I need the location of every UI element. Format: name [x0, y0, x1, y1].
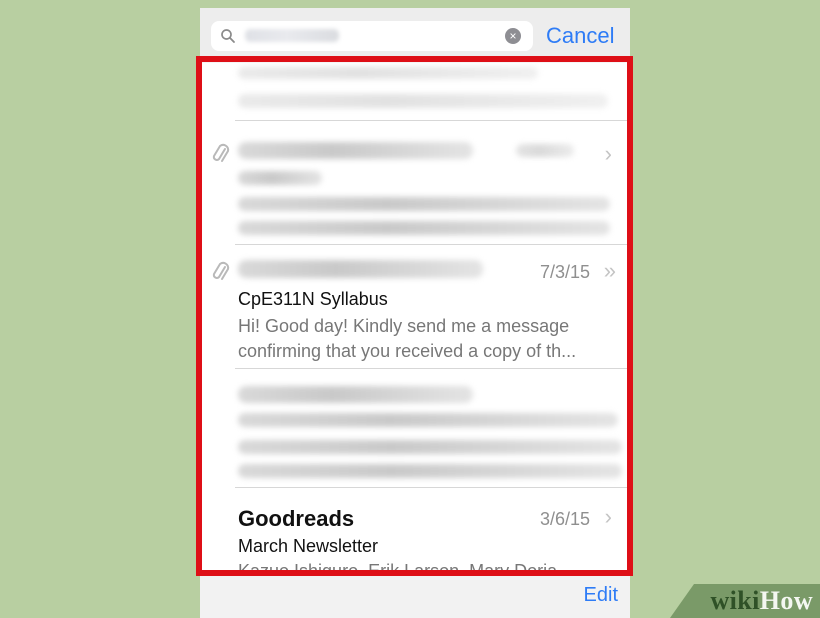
blurred-subject [238, 413, 618, 427]
message-row-hidden-top[interactable] [200, 63, 630, 121]
message-row-hidden-1[interactable]: › [200, 122, 630, 245]
row-divider [235, 244, 630, 245]
blurred-sender [238, 386, 473, 403]
blurred-preview-line [238, 221, 610, 235]
blurred-date [516, 144, 574, 157]
message-list[interactable]: › 7/3/15 » CpE311N Syllabus Hi! Good day… [200, 63, 630, 583]
chevron-right-icon: › [604, 141, 612, 166]
message-row-goodreads[interactable]: Goodreads 3/6/15 › March Newsletter Kazu… [200, 489, 630, 583]
search-bar: × Cancel [200, 8, 630, 60]
double-chevron-right-icon: » [603, 258, 616, 283]
message-row-hidden-2[interactable] [200, 370, 630, 488]
message-date: 7/3/15 [539, 262, 590, 282]
attachment-icon [212, 261, 230, 280]
blurred-sender [238, 142, 473, 159]
row-divider [235, 120, 630, 121]
row-divider [235, 487, 630, 488]
watermark-text: wikiHow [711, 586, 814, 616]
watermark: wikiHow [670, 584, 820, 618]
cancel-button[interactable]: Cancel [546, 24, 614, 48]
message-subject: March Newsletter [238, 536, 379, 556]
bottom-toolbar: Edit [200, 573, 630, 618]
blurred-preview [238, 94, 608, 108]
edit-button[interactable]: Edit [584, 584, 618, 607]
message-row-syllabus[interactable]: 7/3/15 » CpE311N Syllabus Hi! Good day! … [200, 246, 630, 369]
blurred-sender [238, 67, 538, 79]
blurred-subject [238, 171, 322, 185]
message-preview-line-1: Hi! Good day! Kindly send me a message [238, 316, 570, 336]
search-query [245, 29, 339, 42]
message-preview-line-2: confirming that you received a copy of t… [238, 341, 577, 361]
search-icon [221, 29, 235, 43]
row-divider [235, 368, 630, 369]
search-field[interactable]: × [211, 21, 533, 51]
clear-icon[interactable]: × [505, 28, 521, 44]
blurred-preview-line [238, 197, 610, 211]
watermark-wiki: wiki [710, 586, 760, 615]
message-sender: Goodreads [238, 506, 355, 531]
message-date: 3/6/15 [539, 509, 590, 529]
blurred-preview-line [238, 440, 622, 454]
blurred-sender [238, 260, 483, 278]
attachment-icon [212, 143, 230, 162]
message-subject: CpE311N Syllabus [238, 289, 388, 309]
watermark-how: How [759, 586, 813, 615]
blurred-preview-line [238, 464, 622, 478]
phone-screen: × Cancel › 7/3/15 » CpE311N Syllabus Hi!… [200, 8, 630, 618]
chevron-right-icon: › [604, 504, 612, 529]
